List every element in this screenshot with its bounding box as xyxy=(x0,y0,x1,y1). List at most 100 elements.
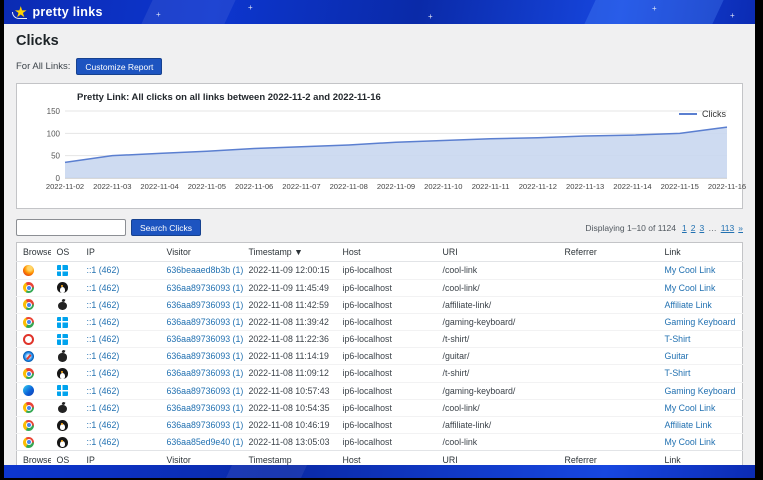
column-header-os[interactable]: OS xyxy=(51,243,81,262)
pagination-page-link[interactable]: 113 xyxy=(721,223,735,233)
pagination-page-link[interactable]: 2 xyxy=(691,223,696,233)
svg-text:150: 150 xyxy=(47,107,61,116)
link-name-link[interactable]: Guitar xyxy=(665,351,689,361)
timestamp-cell: 2022-11-08 11:22:36 xyxy=(243,331,337,348)
column-header-link[interactable]: Link xyxy=(659,243,743,262)
link-name-link[interactable]: My Cool Link xyxy=(665,265,716,275)
search-clicks-button[interactable]: Search Clicks xyxy=(131,219,201,236)
decor-plus-icon: + xyxy=(248,4,253,12)
ip-link[interactable]: ::1 (462) xyxy=(87,334,120,344)
ip-link[interactable]: ::1 (462) xyxy=(87,283,120,293)
referrer-cell xyxy=(559,399,659,416)
visitor-link[interactable]: 636aa89736093 (1) xyxy=(167,386,243,396)
host-cell: ip6-localhost xyxy=(337,416,437,433)
column-header-visitor[interactable]: Visitor xyxy=(161,451,243,465)
svg-text:2022-11-05: 2022-11-05 xyxy=(188,182,226,191)
table-row: ::1 (462)636aa89736093 (1)2022-11-08 10:… xyxy=(17,416,743,433)
uri-cell: /cool-link/ xyxy=(437,399,559,416)
host-cell: ip6-localhost xyxy=(337,365,437,382)
column-header-uri[interactable]: URI xyxy=(437,451,559,465)
chrome-browser-icon xyxy=(23,299,34,310)
visitor-link[interactable]: 636aa89736093 (1) xyxy=(167,351,243,361)
customize-report-button[interactable]: Customize Report xyxy=(76,58,162,75)
ip-link[interactable]: ::1 (462) xyxy=(87,437,120,447)
ip-link[interactable]: ::1 (462) xyxy=(87,386,120,396)
page-title: Clicks xyxy=(16,33,743,49)
pagination-page-link[interactable]: 3 xyxy=(699,223,704,233)
table-row: ::1 (462)636aa89736093 (1)2022-11-08 11:… xyxy=(17,365,743,382)
link-name-link[interactable]: My Cool Link xyxy=(665,403,716,413)
apple-os-icon xyxy=(57,351,68,362)
visitor-link[interactable]: 636aa89736093 (1) xyxy=(167,300,243,310)
link-name-link[interactable]: Gaming Keyboard xyxy=(665,386,736,396)
legend-label: Clicks xyxy=(702,109,726,119)
host-cell: ip6-localhost xyxy=(337,279,437,296)
linux-os-icon xyxy=(57,420,68,431)
svg-text:100: 100 xyxy=(47,130,61,139)
visitor-link[interactable]: 636aa89736093 (1) xyxy=(167,368,243,378)
uri-cell: /cool-link/ xyxy=(437,279,559,296)
timestamp-cell: 2022-11-08 13:05:03 xyxy=(243,434,337,451)
column-header-browser[interactable]: Browser xyxy=(17,451,51,465)
column-header-referrer[interactable]: Referrer xyxy=(559,451,659,465)
ip-link[interactable]: ::1 (462) xyxy=(87,420,120,430)
firefox-browser-icon xyxy=(23,265,34,276)
svg-text:2022-11-06: 2022-11-06 xyxy=(235,182,273,191)
ip-link[interactable]: ::1 (462) xyxy=(87,368,120,378)
pagination-display-text: Displaying 1–10 of 1124 xyxy=(585,223,676,233)
column-header-host[interactable]: Host xyxy=(337,243,437,262)
column-header-visitor[interactable]: Visitor xyxy=(161,243,243,262)
timestamp-cell: 2022-11-08 10:57:43 xyxy=(243,382,337,399)
opera-browser-icon xyxy=(23,334,34,345)
visitor-link[interactable]: 636beaaed8b3b (1) xyxy=(167,265,243,275)
logo-text: pretty links xyxy=(32,5,102,19)
ip-link[interactable]: ::1 (462) xyxy=(87,317,120,327)
visitor-link[interactable]: 636aa89736093 (1) xyxy=(167,317,243,327)
link-name-link[interactable]: Affiliate Link xyxy=(665,300,712,310)
ip-link[interactable]: ::1 (462) xyxy=(87,300,120,310)
link-name-link[interactable]: My Cool Link xyxy=(665,283,716,293)
visitor-link[interactable]: 636aa89736093 (1) xyxy=(167,283,243,293)
link-name-link[interactable]: T-Shirt xyxy=(665,334,691,344)
chart-title: Pretty Link: All clicks on all links bet… xyxy=(77,92,732,103)
svg-text:2022-11-11: 2022-11-11 xyxy=(472,182,510,191)
timestamp-cell: 2022-11-09 11:45:49 xyxy=(243,279,337,296)
column-header-referrer[interactable]: Referrer xyxy=(559,243,659,262)
pagination-ellipsis: … xyxy=(708,223,717,233)
timestamp-cell: 2022-11-08 11:42:59 xyxy=(243,296,337,313)
ip-link[interactable]: ::1 (462) xyxy=(87,403,120,413)
pagination-page-link[interactable]: 1 xyxy=(682,223,687,233)
column-header-timestamp[interactable]: Timestamp ▼ xyxy=(243,243,337,262)
column-header-uri[interactable]: URI xyxy=(437,243,559,262)
visitor-link[interactable]: 636aa89736093 (1) xyxy=(167,334,243,344)
column-header-host[interactable]: Host xyxy=(337,451,437,465)
table-row: ::1 (462)636beaaed8b3b (1)2022-11-09 12:… xyxy=(17,262,743,279)
chrome-browser-icon xyxy=(23,317,34,328)
brand-footer xyxy=(4,465,755,478)
visitor-link[interactable]: 636aa89736093 (1) xyxy=(167,420,243,430)
link-name-link[interactable]: My Cool Link xyxy=(665,437,716,447)
column-header-ip[interactable]: IP xyxy=(81,451,161,465)
pagination-page-link[interactable]: » xyxy=(738,223,743,233)
link-name-link[interactable]: T-Shirt xyxy=(665,368,691,378)
search-input[interactable] xyxy=(16,219,126,236)
brand-header: ★ pretty links + + + + + xyxy=(4,0,755,24)
safari-browser-icon xyxy=(23,351,34,362)
svg-text:2022-11-15: 2022-11-15 xyxy=(661,182,699,191)
column-header-os[interactable]: OS xyxy=(51,451,81,465)
column-header-ip[interactable]: IP xyxy=(81,243,161,262)
ip-link[interactable]: ::1 (462) xyxy=(87,265,120,275)
table-head: BrowserOSIPVisitorTimestamp ▼HostURIRefe… xyxy=(17,243,743,262)
decor-plus-icon: + xyxy=(428,13,433,21)
visitor-link[interactable]: 636aa85ed9e40 (1) xyxy=(167,437,243,447)
ip-link[interactable]: ::1 (462) xyxy=(87,351,120,361)
visitor-link[interactable]: 636aa89736093 (1) xyxy=(167,403,243,413)
column-header-browser[interactable]: Browser xyxy=(17,243,51,262)
link-name-link[interactable]: Affiliate Link xyxy=(665,420,712,430)
uri-cell: /affiliate-link/ xyxy=(437,416,559,433)
column-header-timestamp[interactable]: Timestamp xyxy=(243,451,337,465)
svg-text:2022-11-09: 2022-11-09 xyxy=(377,182,415,191)
link-name-link[interactable]: Gaming Keyboard xyxy=(665,317,736,327)
svg-text:2022-11-12: 2022-11-12 xyxy=(519,182,557,191)
column-header-link[interactable]: Link xyxy=(659,451,743,465)
